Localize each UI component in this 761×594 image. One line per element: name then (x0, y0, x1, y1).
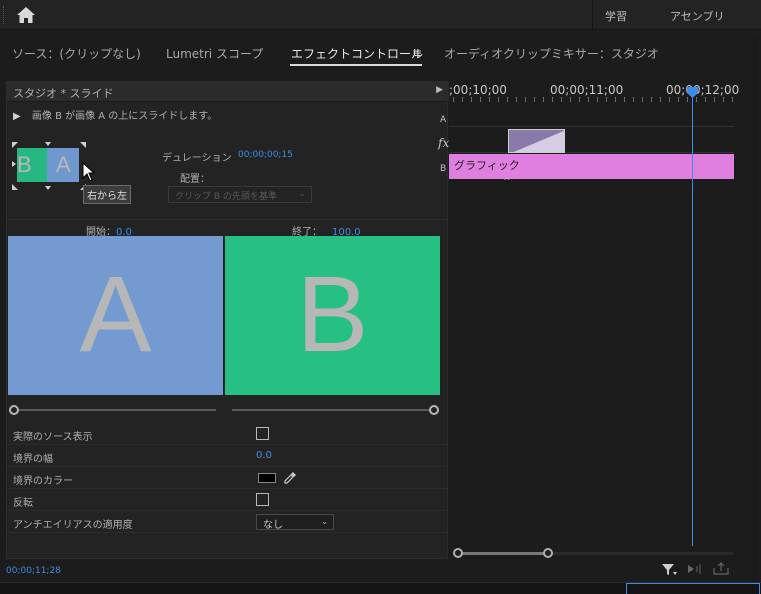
divider (7, 219, 447, 220)
workspace-tab-assembly[interactable]: アセンブリ (670, 8, 724, 24)
play-preview-icon[interactable]: ▶ (13, 111, 21, 122)
chevron-down-icon: ⌄ (321, 517, 328, 526)
mouse-cursor-icon (82, 162, 96, 182)
prop-row-border-width: 境界の幅 0.0 (7, 445, 447, 467)
bottom-panel-strip (0, 582, 761, 594)
tab-effect-controls[interactable]: エフェクトコントロール (291, 45, 423, 62)
current-timecode[interactable]: 00;00;11;28 (6, 566, 61, 576)
preview-b: B (225, 236, 440, 395)
top-bar: 学習 アセンブリ (0, 0, 761, 30)
track-label-b: B (440, 164, 447, 174)
border-width-value[interactable]: 0.0 (256, 450, 272, 461)
eyedropper-icon[interactable] (283, 471, 297, 485)
effect-title: スタジオ * スライド (13, 87, 114, 100)
prop-row-reverse: 反転 (7, 489, 447, 511)
workspace-separator (592, 0, 593, 30)
reverse-label: 反転 (13, 498, 33, 509)
direction-tooltip: 右から左 (83, 185, 131, 204)
antialias-label: アンチエイリアスの適用度 (13, 520, 133, 531)
placement-select: クリップ B の先頭を基準 ⌄ (168, 186, 312, 203)
preview-a: A (8, 236, 223, 395)
transition-clip[interactable] (508, 129, 565, 153)
show-source-checkbox[interactable] (256, 427, 269, 440)
arrow-bottom-icon[interactable] (45, 186, 51, 190)
export-icon[interactable] (712, 562, 730, 576)
reverse-checkbox[interactable] (256, 493, 269, 506)
panel-scrollbar[interactable] (752, 38, 758, 582)
preview-letter-b: B (296, 253, 369, 374)
panel-grip[interactable] (3, 6, 5, 24)
preview-letter-a: A (79, 253, 152, 374)
arrow-bottom-left-icon[interactable] (12, 184, 18, 190)
graphic-clip-label: グラフィック (454, 159, 520, 172)
timeline-zoom-scroll[interactable] (453, 548, 733, 558)
tab-source[interactable]: ソース：(クリップなし) (12, 45, 141, 62)
arrow-left-icon[interactable] (12, 161, 16, 167)
prop-row-show-source: 実際のソース表示 (7, 423, 447, 445)
start-slider-track[interactable] (18, 409, 216, 411)
zoom-right-knob[interactable] (543, 548, 553, 558)
direction-arrows (12, 142, 86, 190)
tick-label-10: ;00;10;00 (449, 83, 507, 97)
arrow-top-left-icon[interactable] (12, 142, 18, 148)
arrow-top-right-icon[interactable] (80, 142, 86, 148)
chevron-down-icon: ⌄ (298, 189, 306, 199)
playhead-icon[interactable] (686, 86, 699, 98)
placement-label: 配置： (180, 174, 210, 185)
tab-audio-clip-mixer[interactable]: オーディオクリップミキサー：スタジオ (444, 45, 659, 62)
collapse-arrow-icon[interactable]: ▶ (436, 85, 443, 95)
panel-menu-icon[interactable]: ≡ (412, 46, 422, 60)
border-color-label: 境界のカラー (13, 476, 73, 487)
antialias-value: なし (263, 520, 283, 531)
prop-row-border-color: 境界のカラー (7, 467, 447, 489)
tick-label-11: 00;00;11;00 (550, 83, 624, 97)
play-audio-icon[interactable] (687, 563, 703, 575)
tick-label-12: 00;00;12;00 (666, 83, 740, 97)
tab-lumetri-scopes[interactable]: Lumetri スコープ (166, 45, 263, 62)
active-bottom-panel[interactable] (626, 583, 760, 594)
arrow-top-icon[interactable] (45, 142, 51, 146)
transition-clip-graphic (509, 130, 564, 152)
playhead-line[interactable] (692, 95, 693, 546)
home-button[interactable] (14, 5, 38, 25)
caret-up-icon: ^ (503, 177, 511, 187)
home-icon (17, 7, 35, 23)
workspace-tab-learning[interactable]: 学習 (605, 8, 627, 24)
zoom-range[interactable] (457, 552, 549, 555)
show-source-label: 実際のソース表示 (13, 432, 93, 443)
active-tab-indicator (290, 64, 422, 66)
end-slider-track[interactable] (232, 409, 430, 411)
effect-description: 画像 B が画像 A の上にスライドします。 (31, 111, 218, 122)
start-slider-knob[interactable] (9, 405, 19, 415)
duration-label: デュレーション (162, 153, 232, 164)
effect-description-row: ▶ 画像 B が画像 A の上にスライドします。 (13, 107, 217, 122)
end-slider-knob[interactable] (429, 405, 439, 415)
track-label-a: A (440, 115, 447, 125)
antialias-select[interactable]: なし ⌄ (256, 514, 334, 531)
border-color-swatch[interactable] (258, 473, 276, 483)
filter-icon[interactable] (661, 562, 677, 576)
placement-value: クリップ B の先頭を基準 (175, 192, 277, 202)
effect-header[interactable]: スタジオ * スライド ▶ (7, 82, 449, 102)
prop-row-antialias: アンチエイリアスの適用度 なし ⌄ (7, 511, 447, 533)
border-width-label: 境界の幅 (13, 454, 53, 465)
duration-value[interactable]: 00;00;00;15 (238, 150, 293, 160)
fx-icon: fx (438, 136, 450, 150)
zoom-left-knob[interactable] (453, 548, 463, 558)
